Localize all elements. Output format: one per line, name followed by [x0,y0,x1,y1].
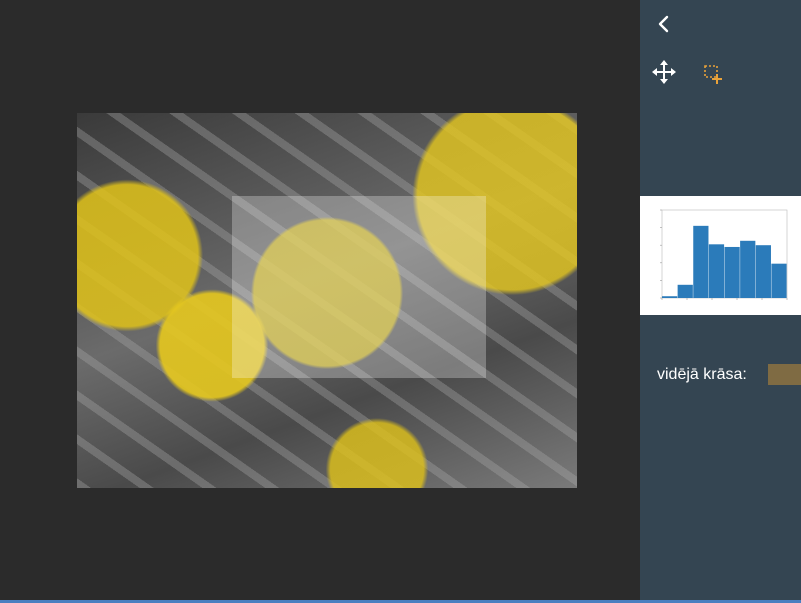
image-canvas[interactable] [0,0,640,603]
average-color-swatch [768,364,801,385]
histogram-bar [755,245,771,298]
histogram-bar [771,263,787,298]
selection-rectangle[interactable] [232,196,486,378]
histogram-bar [693,225,709,298]
back-button[interactable] [652,12,676,36]
add-selection-icon [704,65,722,84]
chevron-left-icon [658,15,669,33]
move-arrows-icon [652,60,676,84]
histogram-chart [660,209,788,300]
average-color-label: vidējā krāsa: [657,366,747,383]
histogram-bar [740,240,756,298]
histogram-bar [677,284,693,298]
select-area-tool-button[interactable] [700,60,726,86]
histogram-bar [708,244,725,298]
move-tool-button[interactable] [651,59,677,85]
histogram-bar [724,246,740,298]
histogram-bar [662,296,678,298]
histogram-panel [640,196,801,315]
